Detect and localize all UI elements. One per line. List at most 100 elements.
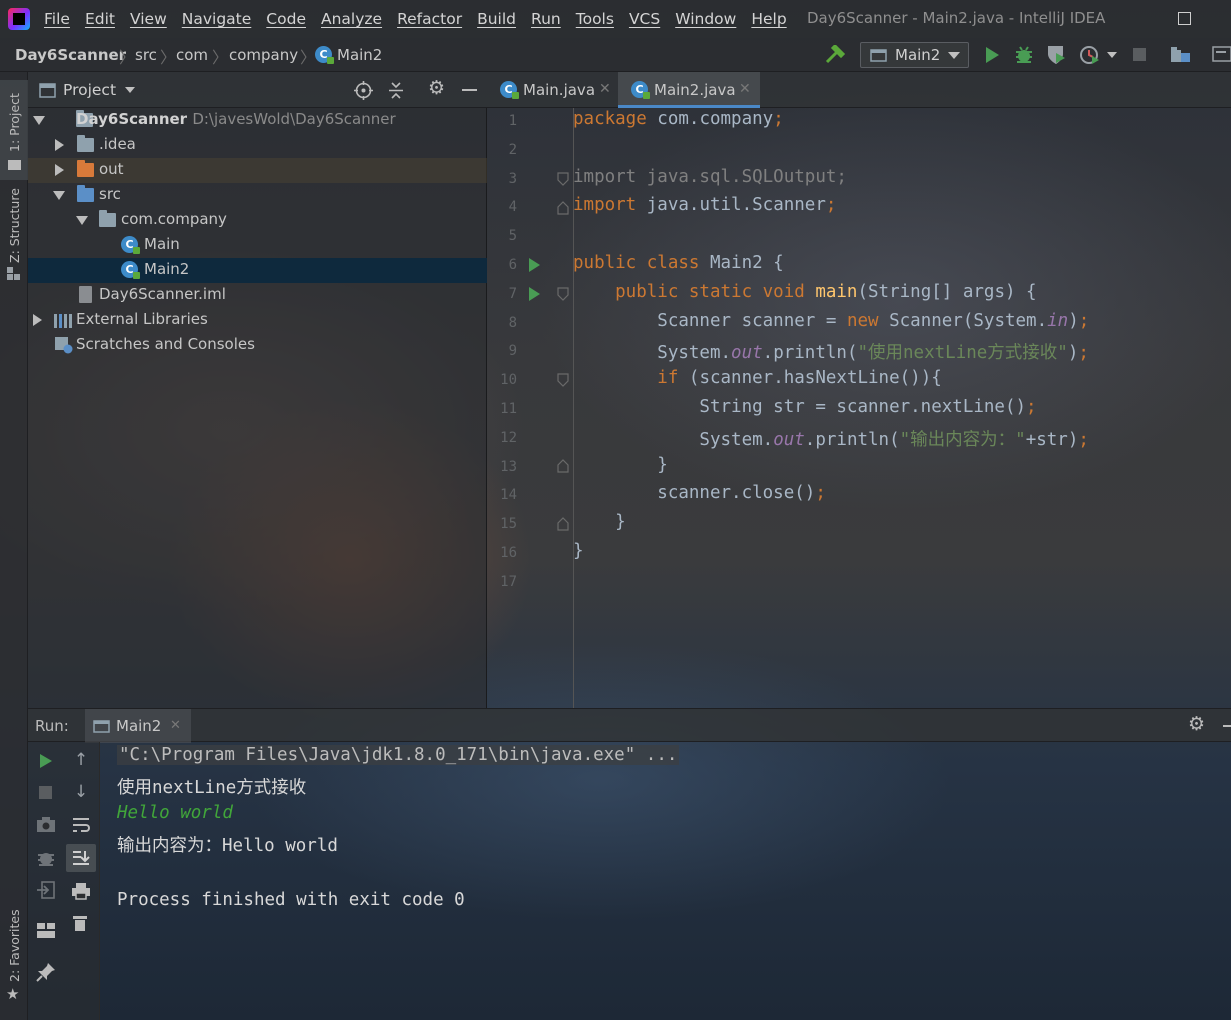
tree-item-external-libraries[interactable]: External Libraries xyxy=(28,308,487,333)
search-everywhere-icon[interactable] xyxy=(1212,46,1231,62)
project-panel-header: Project ⚙ xyxy=(28,72,487,108)
tree-item-idea[interactable]: .idea xyxy=(28,133,487,158)
stop-icon[interactable] xyxy=(1133,48,1146,61)
tree-item-main[interactable]: C Main xyxy=(28,233,487,258)
stop-icon[interactable] xyxy=(39,786,52,799)
down-arrow-icon[interactable]: ↓ xyxy=(70,782,92,802)
chevron-down-icon[interactable] xyxy=(125,87,135,94)
code-token: ; xyxy=(1078,343,1089,364)
code-line: System.out.println("使用nextLine方式接收"); xyxy=(573,339,1089,364)
code-token: com.company xyxy=(657,109,774,129)
menu-view[interactable]: View xyxy=(130,10,167,28)
collapse-all-icon[interactable] xyxy=(387,81,405,100)
close-icon[interactable]: ✕ xyxy=(739,81,751,97)
close-icon[interactable]: ✕ xyxy=(599,81,611,97)
trash-icon[interactable] xyxy=(72,914,88,932)
tree-item-src[interactable]: src xyxy=(28,183,487,208)
settings-bug-icon[interactable] xyxy=(36,848,56,868)
debug-icon[interactable] xyxy=(1013,44,1035,66)
run-console[interactable]: "C:\Program Files\Java\jdk1.8.0_171\bin\… xyxy=(100,742,1231,1020)
code-token: +str) xyxy=(1025,429,1079,450)
hide-panel-icon[interactable] xyxy=(1223,725,1231,727)
rerun-icon[interactable] xyxy=(38,753,53,769)
breadcrumb-src[interactable]: src xyxy=(135,46,157,64)
tree-item-out[interactable]: out xyxy=(28,158,487,183)
menu-help[interactable]: Help xyxy=(751,10,786,28)
soft-wrap-icon[interactable] xyxy=(71,816,91,834)
project-structure-icon[interactable] xyxy=(1170,45,1192,65)
print-icon[interactable] xyxy=(71,882,91,900)
menu-refactor[interactable]: Refactor xyxy=(397,10,462,28)
breadcrumb-project[interactable]: Day6Scanner xyxy=(15,46,126,64)
run-configuration-select[interactable]: Main2 xyxy=(860,42,969,68)
menu-navigate[interactable]: Navigate xyxy=(182,10,252,28)
gear-icon[interactable]: ⚙ xyxy=(1188,713,1205,735)
menu-items: File Edit View Navigate Code Analyze Refactor B… xyxy=(44,10,802,28)
tree-item-main2[interactable]: C Main2 xyxy=(28,258,487,283)
run-tab-main2[interactable]: Main2 ✕ xyxy=(85,709,191,743)
line-number: 11 xyxy=(500,401,517,417)
navigation-bar: Day6Scanner 〉 src 〉 com 〉 company 〉 C Ma… xyxy=(0,38,1231,72)
collapsed-arrow-icon[interactable] xyxy=(55,164,64,176)
layout-icon[interactable] xyxy=(36,922,56,939)
pin-icon[interactable] xyxy=(36,962,56,982)
menu-build[interactable]: Build xyxy=(477,10,516,28)
build-hammer-icon[interactable] xyxy=(824,45,846,65)
run-config-icon xyxy=(870,49,887,62)
tab-main-java[interactable]: C Main.java ✕ xyxy=(487,72,617,108)
menu-edit[interactable]: Edit xyxy=(85,10,115,28)
code-token: public class xyxy=(573,253,710,273)
run-config-icon xyxy=(93,720,110,733)
tree-item-label: src xyxy=(99,185,121,203)
menu-code[interactable]: Code xyxy=(266,10,306,28)
chevron-down-icon[interactable] xyxy=(1107,52,1117,59)
tree-item-scratches[interactable]: Scratches and Consoles xyxy=(28,333,487,358)
collapsed-arrow-icon[interactable] xyxy=(55,139,64,151)
import-test-icon[interactable] xyxy=(36,880,56,900)
menu-file[interactable]: File xyxy=(44,10,70,28)
run-gutter-icon[interactable] xyxy=(527,286,541,302)
favorites-tool-tab[interactable]: 2: Favorites ★ xyxy=(0,902,28,1014)
code-token: (scanner.hasNextLine()){ xyxy=(688,368,942,389)
run-gutter-icon[interactable] xyxy=(527,257,541,273)
menu-vcs[interactable]: VCS xyxy=(629,10,660,28)
console-command-text: "C:\Program Files\Java\jdk1.8.0_171\bin\… xyxy=(117,745,680,765)
menu-window[interactable]: Window xyxy=(675,10,736,28)
breadcrumb-main2[interactable]: Main2 xyxy=(337,46,382,64)
run-icon[interactable] xyxy=(984,46,1000,64)
code-line: Scanner scanner = new Scanner(System.in)… xyxy=(573,311,1089,331)
locate-file-icon[interactable] xyxy=(354,81,373,100)
project-view-selector[interactable]: Project xyxy=(63,81,116,99)
menu-run[interactable]: Run xyxy=(531,10,561,28)
code-editor[interactable]: package com.company; import java.sql.SQLO… xyxy=(567,108,1231,708)
run-with-coverage-icon[interactable] xyxy=(1045,44,1067,66)
console-output-line: 输出内容为：Hello world xyxy=(117,836,338,856)
tab-main2-java[interactable]: C Main2.java ✕ xyxy=(618,72,760,108)
code-token: "输出内容为：" xyxy=(899,429,1026,450)
code-line: public class Main2 { xyxy=(573,253,784,273)
code-token: ; xyxy=(773,109,784,129)
project-tool-tab[interactable]: 1: Project xyxy=(0,80,28,180)
gear-icon[interactable]: ⚙ xyxy=(428,77,445,99)
camera-icon[interactable] xyxy=(36,816,56,833)
up-arrow-icon[interactable]: ↑ xyxy=(70,750,92,770)
maximize-icon[interactable] xyxy=(1178,12,1191,25)
tree-item-iml[interactable]: Day6Scanner.iml xyxy=(28,283,487,308)
code-token: out xyxy=(773,429,805,450)
expand-arrow-icon[interactable] xyxy=(33,116,45,125)
expand-arrow-icon[interactable] xyxy=(53,191,65,200)
profile-icon[interactable] xyxy=(1079,44,1101,66)
breadcrumb-com[interactable]: com xyxy=(176,46,208,64)
tree-item-day6scanner[interactable]: Day6Scanner D:\javesWold\Day6Scanner xyxy=(28,108,487,133)
structure-tool-tab[interactable]: Z: Structure xyxy=(0,187,28,287)
menu-analyze[interactable]: Analyze xyxy=(321,10,382,28)
console-input-line: Hello world xyxy=(117,803,233,823)
breadcrumb-company[interactable]: company xyxy=(229,46,298,64)
collapsed-arrow-icon[interactable] xyxy=(33,314,42,326)
scroll-to-end-toggle[interactable] xyxy=(66,844,96,872)
expand-arrow-icon[interactable] xyxy=(76,216,88,225)
menu-tools[interactable]: Tools xyxy=(576,10,614,28)
tree-item-com-company[interactable]: com.company xyxy=(28,208,487,233)
hide-panel-icon[interactable] xyxy=(462,89,477,91)
close-icon[interactable]: ✕ xyxy=(170,718,181,733)
